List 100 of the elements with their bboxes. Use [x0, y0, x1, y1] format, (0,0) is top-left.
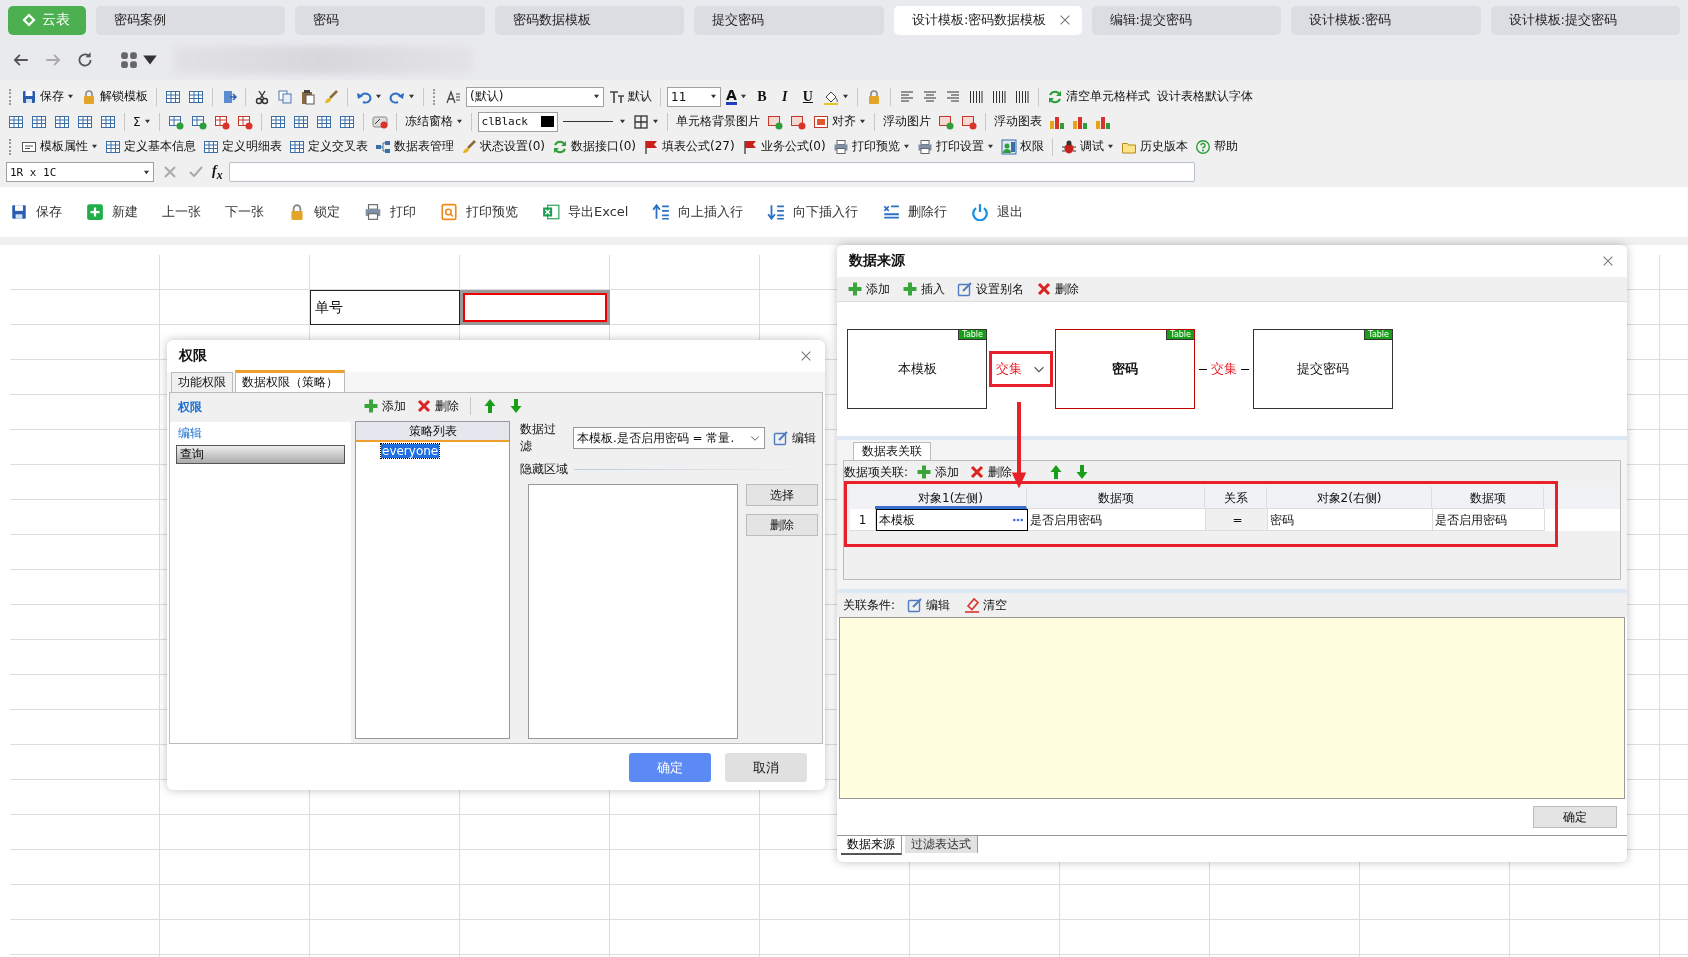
function-button[interactable]: f$_{x}$	[212, 162, 223, 182]
toolbar-button[interactable]: 定义明细表	[201, 137, 284, 156]
toolbar-button[interactable]: 浮动图片	[880, 112, 933, 131]
toolbar-button[interactable]: 数据接口(0)	[550, 137, 638, 156]
toolbar-button[interactable]: 清空	[962, 595, 1010, 615]
toolbar-button[interactable]: Σ	[131, 113, 153, 130]
toolbar-button[interactable]: 打印预览	[830, 137, 912, 156]
action-button[interactable]: 新建	[86, 203, 138, 221]
side-button[interactable]: 删除	[746, 514, 818, 536]
toolbar-button[interactable]: 删除	[414, 396, 461, 416]
page-tab[interactable]: 编辑:提交密码	[1091, 5, 1281, 35]
formula-field[interactable]	[228, 162, 1195, 182]
scissors-icon	[254, 88, 270, 105]
column-header[interactable]: 对象2(右侧)	[1267, 487, 1432, 509]
toolbar-button[interactable]: 定义交叉表	[287, 137, 370, 156]
toolbar-button[interactable]: 清空单元格样式	[1044, 87, 1152, 106]
toolbar-button[interactable]: 冻结窗格	[402, 112, 465, 131]
action-button[interactable]: 退出	[971, 203, 1024, 221]
page-tab[interactable]: 设计模板:提交密码	[1490, 5, 1680, 35]
toolbar-button[interactable]: 设计表格默认字体	[1154, 87, 1255, 106]
toolbar-button[interactable]: 模板属性	[19, 137, 100, 156]
column-header[interactable]: 数据项	[1027, 487, 1205, 509]
action-button[interactable]: 下一张	[225, 203, 264, 221]
format-button[interactable]: U	[797, 87, 818, 106]
column-header[interactable]: 对象1(左侧)	[875, 487, 1027, 509]
toolbar-button[interactable]: 业务公式(0)	[739, 137, 828, 156]
list-item[interactable]: 查询	[176, 445, 345, 464]
toolbar-dropdown[interactable]: 11	[667, 86, 721, 107]
apps-button[interactable]	[120, 51, 159, 69]
toolbar-dropdown[interactable]: (默认)	[466, 86, 604, 107]
panel-tab[interactable]: 数据表关联	[853, 442, 931, 460]
toolbar-button[interactable]: 数据表管理	[373, 137, 456, 156]
toolbar-button[interactable]: 帮助	[1192, 137, 1240, 156]
toolbar-button[interactable]: 默认	[607, 87, 654, 106]
list-item[interactable]: everyone	[381, 444, 440, 458]
tab-label: 设计模板:提交密码	[1508, 11, 1617, 29]
toolbar-button[interactable]: 插入	[900, 279, 947, 299]
toolbar-button[interactable]: 添加	[361, 396, 408, 416]
dialog-tab[interactable]: 功能权限	[171, 372, 233, 392]
column-header[interactable]: 数据项	[1432, 487, 1544, 509]
x-mark-icon	[162, 164, 178, 180]
format-button[interactable]: B	[751, 87, 772, 106]
toolbar-button[interactable]: 单元格背景图片	[673, 112, 762, 131]
toolbar-button[interactable]: 打印设置	[914, 137, 996, 156]
table-icon	[31, 113, 47, 130]
page-tab[interactable]: 密码	[295, 5, 485, 35]
table-node[interactable]: Table 密码	[1055, 329, 1195, 409]
toolbar-button[interactable]: 编辑	[905, 595, 953, 615]
toolbar-button[interactable]: 定义基本信息	[103, 137, 198, 156]
toolbar-button[interactable]: 删除	[967, 462, 1015, 482]
toolbar-button[interactable]: 添加	[914, 462, 962, 482]
excel-icon	[542, 203, 560, 221]
toolbar-button[interactable]: 对齐	[810, 112, 868, 131]
join-dropdown[interactable]: 交集	[989, 351, 1053, 387]
page-tab[interactable]: 设计模板:密码数据模板	[893, 5, 1082, 35]
toolbar-button[interactable]: 填表公式(27)	[641, 137, 737, 156]
action-button[interactable]: 向下插入行	[767, 203, 859, 221]
page-tab[interactable]: 提交密码	[694, 5, 884, 35]
format-button[interactable]: I	[774, 87, 795, 106]
cancel-button[interactable]: 取消	[725, 752, 807, 782]
bottom-tab[interactable]: 数据来源	[841, 836, 902, 855]
image-add-icon	[766, 113, 783, 130]
toolbar-button[interactable]: 权限	[998, 137, 1046, 156]
reload-button[interactable]	[76, 51, 94, 69]
toolbar-button[interactable]: 设置别名	[955, 279, 1026, 299]
cell-reference-field[interactable]: 1R x 1C	[6, 162, 154, 182]
ok-button[interactable]: 确定	[1533, 806, 1617, 828]
side-button[interactable]: 选择	[746, 484, 818, 506]
page-tab[interactable]: 密码数据模板	[494, 5, 685, 35]
toolbar-button[interactable]: 历史版本	[1118, 137, 1190, 156]
page-tab[interactable]: 密码案例	[96, 5, 286, 35]
action-button[interactable]: 锁定	[288, 203, 340, 221]
color-dropdown[interactable]: clBlack	[477, 111, 558, 132]
toolbar-button[interactable]: 状态设置(0)	[459, 137, 547, 156]
toolbar-button[interactable]: 删除	[1034, 279, 1081, 299]
action-button[interactable]: 打印预览	[440, 203, 518, 221]
toolbar-button[interactable]: 添加	[845, 279, 892, 299]
action-button[interactable]: 打印	[364, 203, 416, 221]
action-button[interactable]: 上一张	[162, 203, 201, 221]
table-node[interactable]: Table 提交密码	[1253, 329, 1393, 409]
selected-cell[interactable]	[460, 290, 610, 325]
edit-link[interactable]: 编辑	[771, 428, 818, 448]
font-color-button[interactable]: A	[724, 87, 749, 106]
page-tab[interactable]: 设计模板:密码	[1291, 5, 1481, 35]
dialog-tab[interactable]: 数据权限（策略）	[235, 370, 345, 392]
action-button[interactable]: 删除行	[882, 203, 948, 221]
bottom-tab[interactable]: 过滤表达式	[905, 836, 978, 853]
toolbar-button[interactable]: 解锁模板	[79, 87, 150, 106]
action-button[interactable]: 导出Excel	[542, 203, 629, 221]
close-icon[interactable]	[799, 349, 813, 363]
list-item[interactable]: 编辑	[170, 422, 351, 445]
table-node[interactable]: Table 本模板	[847, 329, 987, 409]
action-button[interactable]: 向上插入行	[652, 203, 744, 221]
filter-dropdown[interactable]: 本模板.是否启用密码 = 常量.	[573, 427, 765, 449]
toolbar-button[interactable]: 保存	[19, 87, 76, 106]
toolbar-button[interactable]: 调试	[1058, 137, 1116, 156]
close-icon[interactable]	[1601, 254, 1615, 268]
cell-editor[interactable]: 本模板	[876, 509, 1028, 531]
toolbar-button[interactable]: 浮动图表	[991, 112, 1044, 131]
action-button[interactable]: 保存	[10, 203, 62, 221]
